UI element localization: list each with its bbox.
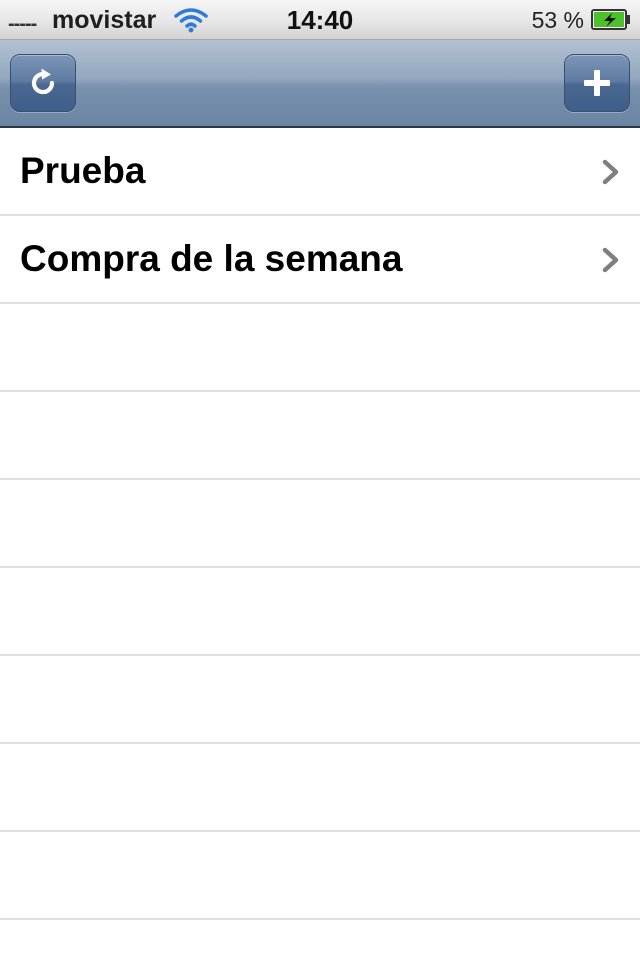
lists-table: Prueba Compra de la semana [0, 128, 640, 960]
add-icon [584, 70, 610, 96]
empty-row [0, 832, 640, 920]
add-button[interactable] [564, 54, 630, 112]
empty-row [0, 392, 640, 480]
refresh-button[interactable] [10, 54, 76, 112]
refresh-icon [31, 68, 55, 95]
empty-row [0, 304, 640, 392]
list-item[interactable]: Prueba [0, 128, 640, 216]
list-item-label: Compra de la semana [20, 238, 403, 279]
empty-row [0, 480, 640, 568]
chevron-right-icon [602, 159, 619, 185]
empty-row [0, 656, 640, 744]
empty-row [0, 744, 640, 832]
status-bar: ----- movistar 14:40 53 % [0, 0, 640, 40]
chevron-right-icon [602, 247, 619, 273]
battery-charging-icon [591, 9, 630, 30]
empty-row [0, 568, 640, 656]
battery-percentage: 53 % [531, 7, 584, 33]
navigation-bar [0, 40, 640, 128]
list-item-label: Prueba [20, 150, 146, 191]
list-item[interactable]: Compra de la semana [0, 216, 640, 304]
